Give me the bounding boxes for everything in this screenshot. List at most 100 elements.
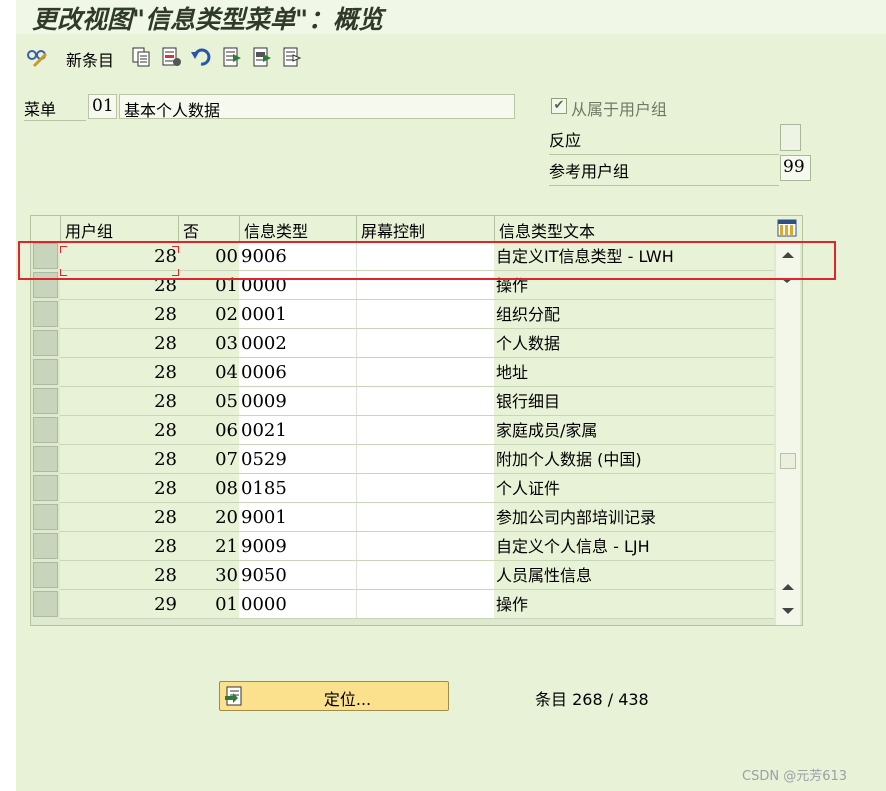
row-selector[interactable] [33,301,58,327]
row-selector[interactable] [33,272,58,298]
cell-infotype[interactable]: 0002 [239,329,356,358]
cell-screen-control[interactable] [356,358,494,387]
table-row[interactable]: 28 06 0021 家庭成员/家属 [31,416,802,445]
row-selector[interactable] [33,330,58,356]
cell-user-group[interactable]: 28 [60,300,178,329]
vertical-scrollbar[interactable] [776,242,800,625]
cell-infotype[interactable]: 9050 [239,561,356,590]
cell-no[interactable]: 00 [178,242,239,271]
row-selector[interactable] [33,243,58,269]
cell-infotype[interactable]: 0000 [239,271,356,300]
deselect-all-icon[interactable] [281,46,303,68]
cell-screen-control[interactable] [356,329,494,358]
cell-user-group[interactable]: 28 [60,329,178,358]
cell-screen-control[interactable] [356,271,494,300]
column-header-infotype-text[interactable]: 信息类型文本 [494,216,776,241]
cell-infotype[interactable]: 0000 [239,590,356,619]
user-group-dependent-checkbox[interactable]: ✔ [551,98,567,114]
table-row[interactable]: 29 01 0000 操作 [31,590,802,619]
cell-infotype[interactable]: 0009 [239,387,356,416]
select-all-icon[interactable] [221,46,243,68]
cell-user-group[interactable]: 28 [60,503,178,532]
cell-no[interactable]: 20 [178,503,239,532]
table-row[interactable]: 28 08 0185 个人证件 [31,474,802,503]
cell-screen-control[interactable] [356,387,494,416]
cell-no[interactable]: 08 [178,474,239,503]
cell-user-group[interactable]: 28 [60,561,178,590]
cell-no[interactable]: 06 [178,416,239,445]
cell-user-group[interactable]: 28 [60,532,178,561]
cell-screen-control[interactable] [356,561,494,590]
ref-user-group-field[interactable]: 99 [780,155,811,181]
row-selector[interactable] [33,475,58,501]
cell-user-group[interactable]: 28 [60,474,178,503]
cell-no[interactable]: 21 [178,532,239,561]
table-row[interactable]: 28 30 9050 人员属性信息 [31,561,802,590]
page-up-icon[interactable] [782,584,794,590]
glasses-edit-icon[interactable] [26,46,48,68]
table-row[interactable]: 28 05 0009 银行细目 [31,387,802,416]
cell-no[interactable]: 05 [178,387,239,416]
column-header-user-group[interactable]: 用户组 [60,216,178,241]
column-header-infotype[interactable]: 信息类型 [239,216,356,241]
row-selector[interactable] [33,504,58,530]
row-selector[interactable] [33,359,58,385]
cell-screen-control[interactable] [356,416,494,445]
row-selector[interactable] [33,446,58,472]
row-selector[interactable] [33,591,58,617]
cell-user-group[interactable]: 29 [60,590,178,619]
cell-infotype[interactable]: 0529 [239,445,356,474]
cell-no[interactable]: 01 [178,590,239,619]
cell-screen-control[interactable] [356,503,494,532]
cell-user-group[interactable]: 28 [60,416,178,445]
table-row[interactable]: 28 21 9009 自定义个人信息 - LJH [31,532,802,561]
cell-no[interactable]: 03 [178,329,239,358]
select-block-icon[interactable] [251,46,273,68]
cell-infotype[interactable]: 0001 [239,300,356,329]
scroll-up-icon[interactable] [782,252,794,258]
cell-no[interactable]: 30 [178,561,239,590]
cell-no[interactable]: 04 [178,358,239,387]
cell-infotype[interactable]: 9001 [239,503,356,532]
position-button[interactable]: 定位... [219,681,449,711]
page-down-icon[interactable] [782,608,794,614]
table-row[interactable]: 28 07 0529 附加个人数据 (中国) [31,445,802,474]
row-selector[interactable] [33,533,58,559]
scroll-down-small-icon[interactable] [782,279,792,283]
copy-icon[interactable] [130,46,152,68]
table-row[interactable]: 28 20 9001 参加公司内部培训记录 [31,503,802,532]
cell-infotype[interactable]: 9006 [239,242,356,271]
cell-infotype[interactable]: 0006 [239,358,356,387]
row-selector[interactable] [33,388,58,414]
cell-no[interactable]: 01 [178,271,239,300]
column-header-screen-control[interactable]: 屏幕控制 [356,216,494,241]
row-selector[interactable] [33,562,58,588]
cell-user-group[interactable]: 28 [60,387,178,416]
cell-user-group[interactable]: 28 [60,358,178,387]
cell-user-group[interactable]: 28 [60,242,178,271]
row-selector[interactable] [33,417,58,443]
cell-screen-control[interactable] [356,242,494,271]
menu-code-field[interactable]: 01 [88,94,117,119]
column-header-no[interactable]: 否 [178,216,239,241]
new-entries-button[interactable]: 新条目 [66,47,114,71]
cell-screen-control[interactable] [356,590,494,619]
cell-screen-control[interactable] [356,300,494,329]
cell-no[interactable]: 07 [178,445,239,474]
cell-infotype[interactable]: 9009 [239,532,356,561]
cell-screen-control[interactable] [356,532,494,561]
reaction-field[interactable] [780,124,801,151]
scroll-thumb[interactable] [780,453,796,469]
cell-infotype[interactable]: 0185 [239,474,356,503]
delete-icon[interactable] [160,46,182,68]
table-row[interactable]: 28 01 0000 操作 [31,271,802,300]
cell-user-group[interactable]: 28 [60,271,178,300]
table-row[interactable]: 28 00 9006 自定义IT信息类型 - LWH [31,242,802,271]
table-row[interactable]: 28 04 0006 地址 [31,358,802,387]
cell-infotype[interactable]: 0021 [239,416,356,445]
undo-icon[interactable] [190,46,212,68]
table-settings-icon[interactable] [777,219,797,237]
cell-screen-control[interactable] [356,445,494,474]
cell-no[interactable]: 02 [178,300,239,329]
table-row[interactable]: 28 02 0001 组织分配 [31,300,802,329]
